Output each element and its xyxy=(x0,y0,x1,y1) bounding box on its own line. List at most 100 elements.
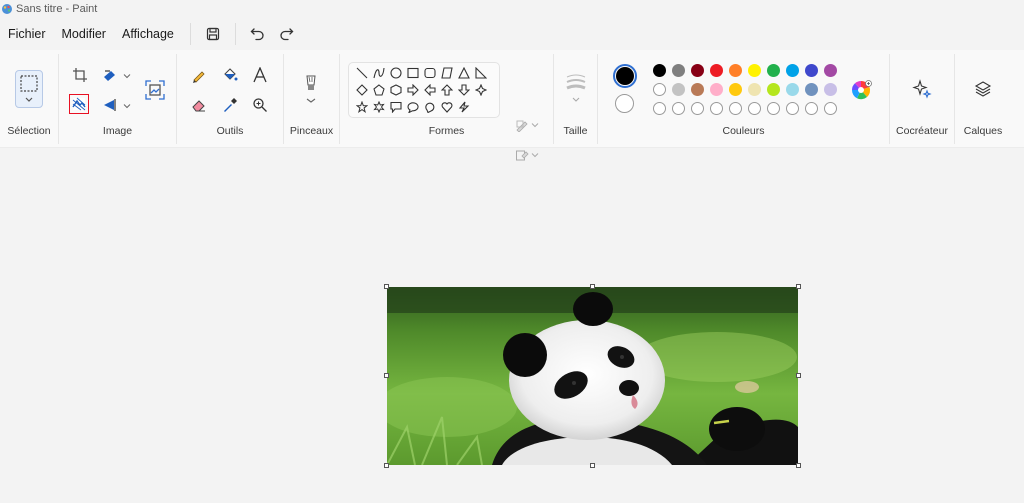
shape-rect-callout[interactable] xyxy=(388,99,404,115)
menu-file[interactable]: Fichier xyxy=(0,21,54,47)
shape-arrow-right[interactable] xyxy=(405,82,421,98)
chevron-down-icon[interactable] xyxy=(123,102,131,110)
shape-six-point-star[interactable] xyxy=(371,99,387,115)
rectangle-icon xyxy=(407,67,419,79)
secondary-color-selector[interactable] xyxy=(615,94,634,113)
menu-edit[interactable]: Modifier xyxy=(54,21,114,47)
custom-color-slot[interactable] xyxy=(729,102,742,115)
color-swatch-light-blue[interactable] xyxy=(786,64,799,77)
shape-heart[interactable] xyxy=(439,99,455,115)
shape-hexagon[interactable] xyxy=(388,82,404,98)
shape-curve[interactable] xyxy=(371,65,387,81)
resize-handle-right[interactable] xyxy=(796,373,801,378)
save-button[interactable] xyxy=(199,21,227,47)
cocreator-button[interactable] xyxy=(911,78,933,100)
color-swatch-red[interactable] xyxy=(710,64,723,77)
undo-button[interactable] xyxy=(244,21,272,47)
shape-rounded-rectangle[interactable] xyxy=(422,65,438,81)
rotate-button-highlighted[interactable] xyxy=(69,94,89,114)
color-swatch-cream[interactable] xyxy=(748,83,761,96)
color-swatch-lime[interactable] xyxy=(767,83,780,96)
fill-button[interactable] xyxy=(219,64,241,86)
shape-five-point-star[interactable] xyxy=(354,99,370,115)
flip-button[interactable] xyxy=(99,94,121,116)
custom-color-slot[interactable] xyxy=(786,102,799,115)
custom-color-slot[interactable] xyxy=(805,102,818,115)
group-label-colors: Couleurs xyxy=(722,125,765,137)
curve-icon xyxy=(373,67,385,79)
color-swatch-dark-red[interactable] xyxy=(691,64,704,77)
resize-handle-top-right[interactable] xyxy=(796,284,801,289)
custom-color-slot[interactable] xyxy=(672,102,685,115)
eraser-button[interactable] xyxy=(188,94,210,116)
color-swatch-green[interactable] xyxy=(767,64,780,77)
shape-diamond[interactable] xyxy=(354,82,370,98)
resize-button[interactable] xyxy=(99,64,121,86)
menu-view[interactable]: Affichage xyxy=(114,21,182,47)
shape-pentagon[interactable] xyxy=(371,82,387,98)
text-button[interactable] xyxy=(249,64,271,86)
magnifier-button[interactable] xyxy=(249,94,271,116)
shape-arrow-up[interactable] xyxy=(439,82,455,98)
chevron-down-icon[interactable] xyxy=(531,121,539,129)
shape-polygon[interactable] xyxy=(439,65,455,81)
custom-color-slot[interactable] xyxy=(748,102,761,115)
custom-color-slot[interactable] xyxy=(824,102,837,115)
color-swatch-slate-blue[interactable] xyxy=(805,83,818,96)
shape-arrow-down[interactable] xyxy=(456,82,472,98)
size-button[interactable] xyxy=(564,70,588,106)
color-picker-button[interactable] xyxy=(219,94,241,116)
shape-arrow-left[interactable] xyxy=(422,82,438,98)
redo-button[interactable] xyxy=(272,21,300,47)
edit-colors-button[interactable] xyxy=(851,80,873,102)
color-swatch-gold[interactable] xyxy=(729,83,742,96)
brushes-button[interactable] xyxy=(300,72,322,106)
group-selection: Sélection xyxy=(0,50,58,148)
outline-button[interactable] xyxy=(511,114,533,136)
custom-color-slot[interactable] xyxy=(710,102,723,115)
layers-button[interactable] xyxy=(972,78,994,100)
image-select-button[interactable] xyxy=(143,78,167,102)
color-swatch-lavender[interactable] xyxy=(824,83,837,96)
color-swatch-indigo[interactable] xyxy=(805,64,818,77)
chevron-down-icon[interactable] xyxy=(123,72,131,80)
color-swatch-orange[interactable] xyxy=(729,64,742,77)
resize-handle-bottom-left[interactable] xyxy=(384,463,389,468)
primary-color-selector[interactable] xyxy=(613,64,637,88)
resize-handle-bottom-right[interactable] xyxy=(796,463,801,468)
magnifier-icon xyxy=(253,98,267,112)
color-swatch-gray[interactable] xyxy=(672,64,685,77)
color-swatch-sky[interactable] xyxy=(786,83,799,96)
shape-triangle[interactable] xyxy=(456,65,472,81)
custom-color-slot[interactable] xyxy=(653,102,666,115)
shape-oval-callout[interactable] xyxy=(405,99,421,115)
color-swatch-pink[interactable] xyxy=(710,83,723,96)
resize-handle-top-left[interactable] xyxy=(384,284,389,289)
image-frame-icon xyxy=(145,80,165,100)
resize-handle-bottom[interactable] xyxy=(590,463,595,468)
color-swatch-yellow[interactable] xyxy=(748,64,761,77)
shape-lightning[interactable] xyxy=(456,99,472,115)
color-swatch-black[interactable] xyxy=(653,64,666,77)
shape-right-triangle[interactable] xyxy=(473,65,489,81)
color-swatch-white[interactable] xyxy=(653,83,666,96)
selection-tool-button[interactable] xyxy=(15,70,43,108)
shape-cloud-callout[interactable] xyxy=(422,99,438,115)
color-swatch-light-gray[interactable] xyxy=(672,83,685,96)
drawing-canvas[interactable] xyxy=(377,284,801,468)
shape-rectangle[interactable] xyxy=(405,65,421,81)
shape-four-point-star[interactable] xyxy=(473,82,489,98)
shape-line[interactable] xyxy=(354,65,370,81)
fill-style-button[interactable] xyxy=(511,144,533,166)
custom-color-slot[interactable] xyxy=(767,102,780,115)
resize-handle-top[interactable] xyxy=(590,284,595,289)
color-swatch-brown[interactable] xyxy=(691,83,704,96)
custom-color-slot[interactable] xyxy=(691,102,704,115)
shape-oval[interactable] xyxy=(388,65,404,81)
resize-handle-left[interactable] xyxy=(384,373,389,378)
chevron-down-icon[interactable] xyxy=(531,151,539,159)
crop-button[interactable] xyxy=(69,64,91,86)
color-swatch-purple[interactable] xyxy=(824,64,837,77)
menu-bar: Fichier Modifier Affichage xyxy=(0,20,1024,48)
pencil-button[interactable] xyxy=(188,64,210,86)
